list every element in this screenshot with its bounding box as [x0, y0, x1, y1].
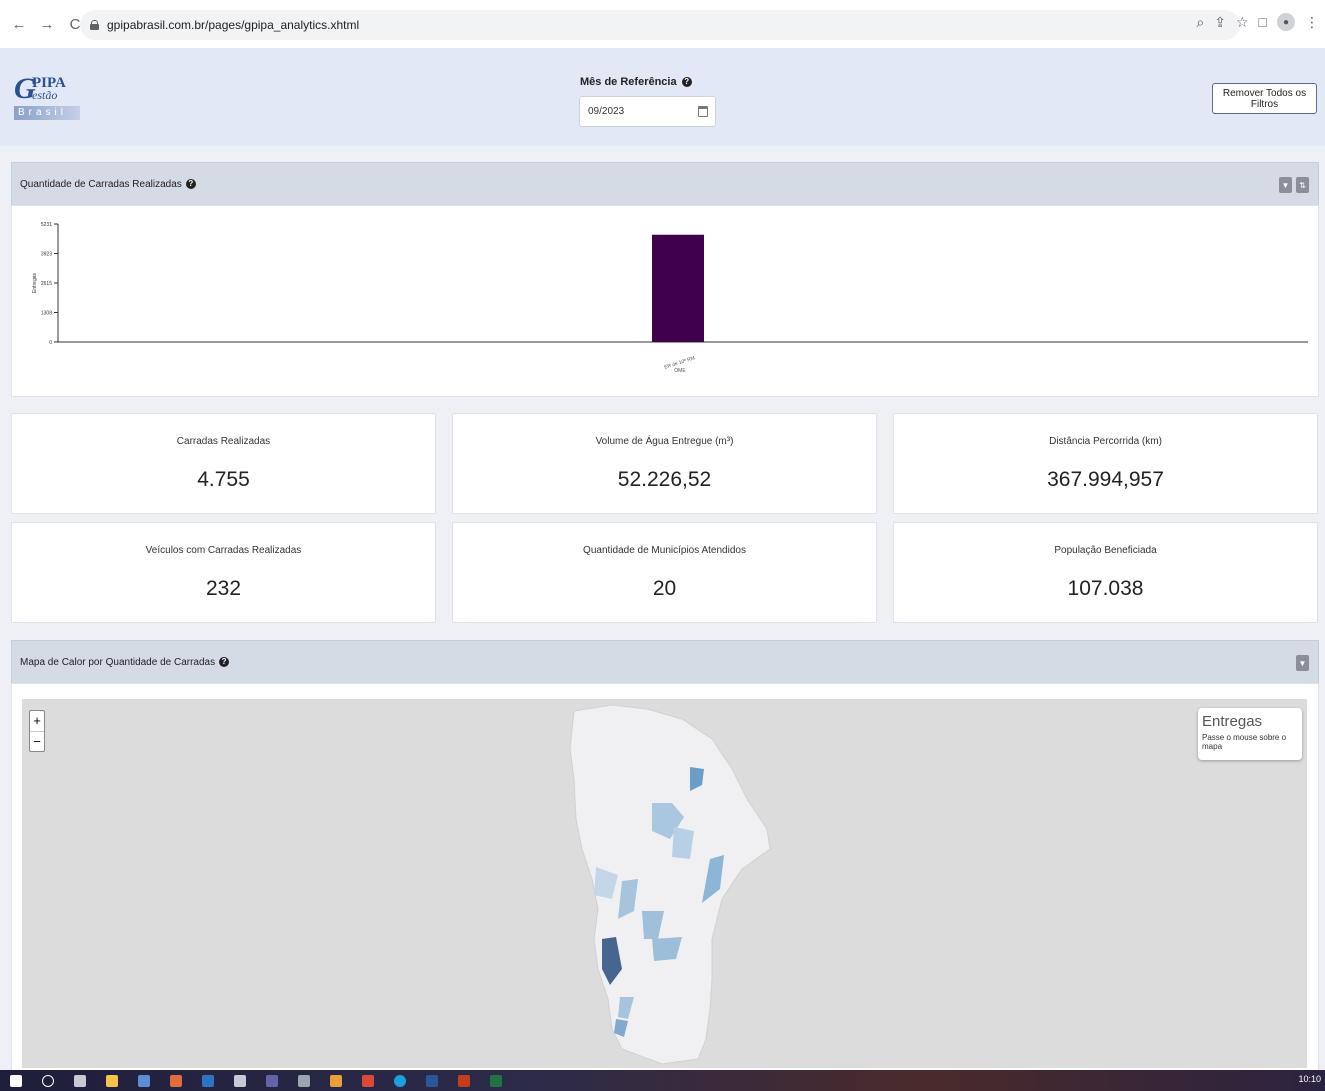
- map-panel-header: Mapa de Calor por Quantidade de Carradas…: [11, 640, 1319, 683]
- calendar-icon[interactable]: [698, 106, 708, 117]
- back-icon[interactable]: ←: [8, 13, 30, 35]
- search-icon[interactable]: [42, 1074, 54, 1087]
- map-legend: Entregas Passe o mouse sobre o mapa: [1198, 708, 1302, 760]
- kpi-card-distancia: Distância Percorrida (km) 367.994,957: [893, 413, 1318, 514]
- outlook-icon[interactable]: [202, 1074, 214, 1087]
- powerpoint-icon[interactable]: [458, 1074, 470, 1087]
- url-text: gpipabrasil.com.br/pages/gpipa_analytics…: [107, 18, 360, 32]
- chart-panel-header: Quantidade de Carradas Realizadas ? ▼ ⇅: [11, 162, 1319, 205]
- kpi-value: 107.038: [1067, 577, 1144, 600]
- x-axis-label: OME: [674, 368, 686, 374]
- kpi-label: Distância Percorrida (km): [1049, 436, 1162, 447]
- kpi-value: 4.755: [197, 468, 250, 491]
- kpi-label: Quantidade de Municípios Atendidos: [583, 545, 746, 556]
- logo-gestao: estão: [32, 88, 58, 102]
- teams-icon[interactable]: [266, 1074, 278, 1087]
- gpipa-logo[interactable]: G PIPA estão Brasil: [14, 74, 80, 122]
- kpi-card-municipios: Quantidade de Municípios Atendidos 20: [452, 522, 877, 623]
- y-tick-label: 0: [49, 340, 52, 346]
- browser-nav: ← → C: [8, 13, 86, 35]
- browser-toolbar: ← → C gpipabrasil.com.br/pages/gpipa_ana…: [0, 0, 1325, 48]
- reference-month-value: 09/2023: [588, 106, 625, 117]
- chart-panel-body: 0 1308 2615 3923 5231 Entregas ER de 10ª RM OME: [11, 205, 1319, 397]
- kpi-card-veiculos: Veículos com Carradas Realizadas 232: [11, 522, 436, 623]
- bar-chart: 01308261539235231EntregasER de 10ª RMOME: [32, 222, 1308, 374]
- app-icon[interactable]: [298, 1074, 310, 1087]
- paint-icon[interactable]: [234, 1074, 246, 1087]
- sidepanel-icon[interactable]: □: [1259, 14, 1267, 30]
- kpi-label: Carradas Realizadas: [176, 436, 271, 447]
- store-icon[interactable]: [138, 1074, 150, 1087]
- word-icon[interactable]: [426, 1074, 438, 1087]
- kpi-label: População Beneficiada: [1054, 545, 1157, 556]
- legend-title: Entregas: [1202, 713, 1263, 730]
- edge-icon[interactable]: [394, 1074, 406, 1087]
- brave-icon[interactable]: [170, 1074, 182, 1087]
- zoom-icon[interactable]: ⌕: [1196, 14, 1204, 31]
- menu-icon[interactable]: ⋮: [1305, 14, 1319, 31]
- kpi-value: 367.994,957: [1047, 468, 1164, 491]
- taskbar-clock: 10:10: [1298, 1074, 1321, 1084]
- chrome-icon[interactable]: [330, 1074, 342, 1087]
- excel-icon[interactable]: [490, 1074, 502, 1087]
- kpi-card-carradas: Carradas Realizadas 4.755: [11, 413, 436, 514]
- zoom-out-button[interactable]: −: [30, 731, 44, 751]
- kpi-value: 20: [652, 577, 677, 600]
- reference-month-text: Mês de Referência: [580, 76, 677, 88]
- legend-subtitle: Passe o mouse sobre o mapa: [1202, 733, 1287, 751]
- kpi-label: Volume de Água Entregue (m³): [595, 436, 734, 447]
- kpi-label: Veículos com Carradas Realizadas: [145, 545, 302, 556]
- address-bar[interactable]: gpipabrasil.com.br/pages/gpipa_analytics…: [80, 10, 1240, 40]
- sort-icon[interactable]: ⇅: [1296, 177, 1309, 193]
- windows-taskbar: 10:10: [0, 1070, 1325, 1091]
- start-icon[interactable]: [10, 1074, 22, 1087]
- acrobat-icon[interactable]: [362, 1074, 374, 1087]
- logo-brasil: Brasil: [14, 106, 80, 120]
- remove-all-filters-button[interactable]: Remover Todos os Filtros: [1212, 83, 1317, 114]
- help-icon[interactable]: ?: [219, 657, 230, 667]
- kpi-value: 52.226,52: [617, 468, 712, 491]
- browser-actions: ⌕ ⇪ ☆ □ ● ⋮: [1196, 13, 1319, 31]
- filter-icon[interactable]: ▼: [1296, 655, 1309, 671]
- reference-month-input[interactable]: 09/2023: [579, 96, 716, 127]
- help-icon[interactable]: ?: [185, 179, 196, 189]
- y-tick-label: 2615: [41, 281, 52, 287]
- kpi-card-volume: Volume de Água Entregue (m³) 52.226,52: [452, 413, 877, 514]
- bookmark-star-icon[interactable]: ☆: [1236, 14, 1249, 31]
- file-explorer-icon[interactable]: [106, 1074, 118, 1087]
- heat-map[interactable]: + − Entregas Passe o mouse sobre o mapa: [22, 699, 1307, 1068]
- kpi-value: 232: [205, 577, 242, 600]
- map-panel-title: Mapa de Calor por Quantidade de Carradas: [20, 656, 216, 668]
- profile-icon[interactable]: ●: [1277, 13, 1295, 31]
- reference-month-label: Mês de Referência ?: [580, 76, 692, 88]
- zoom-in-button[interactable]: +: [30, 711, 44, 731]
- filter-icon[interactable]: ▼: [1279, 177, 1292, 193]
- y-axis-label: Entregas: [32, 272, 38, 293]
- bar: [652, 234, 704, 342]
- y-tick-label: 3923: [41, 252, 52, 258]
- help-icon[interactable]: ?: [681, 77, 692, 88]
- task-view-icon[interactable]: [74, 1074, 86, 1087]
- lock-icon: [90, 20, 99, 30]
- share-icon[interactable]: ⇪: [1214, 14, 1226, 31]
- kpi-card-populacao: População Beneficiada 107.038: [893, 522, 1318, 623]
- zoom-control: + −: [29, 710, 45, 752]
- ceara-map[interactable]: [22, 699, 1307, 1068]
- forward-icon[interactable]: →: [36, 13, 58, 35]
- y-tick-label: 5231: [41, 222, 52, 228]
- chart-panel-title: Quantidade de Carradas Realizadas: [20, 178, 182, 190]
- y-tick-label: 1308: [41, 310, 52, 316]
